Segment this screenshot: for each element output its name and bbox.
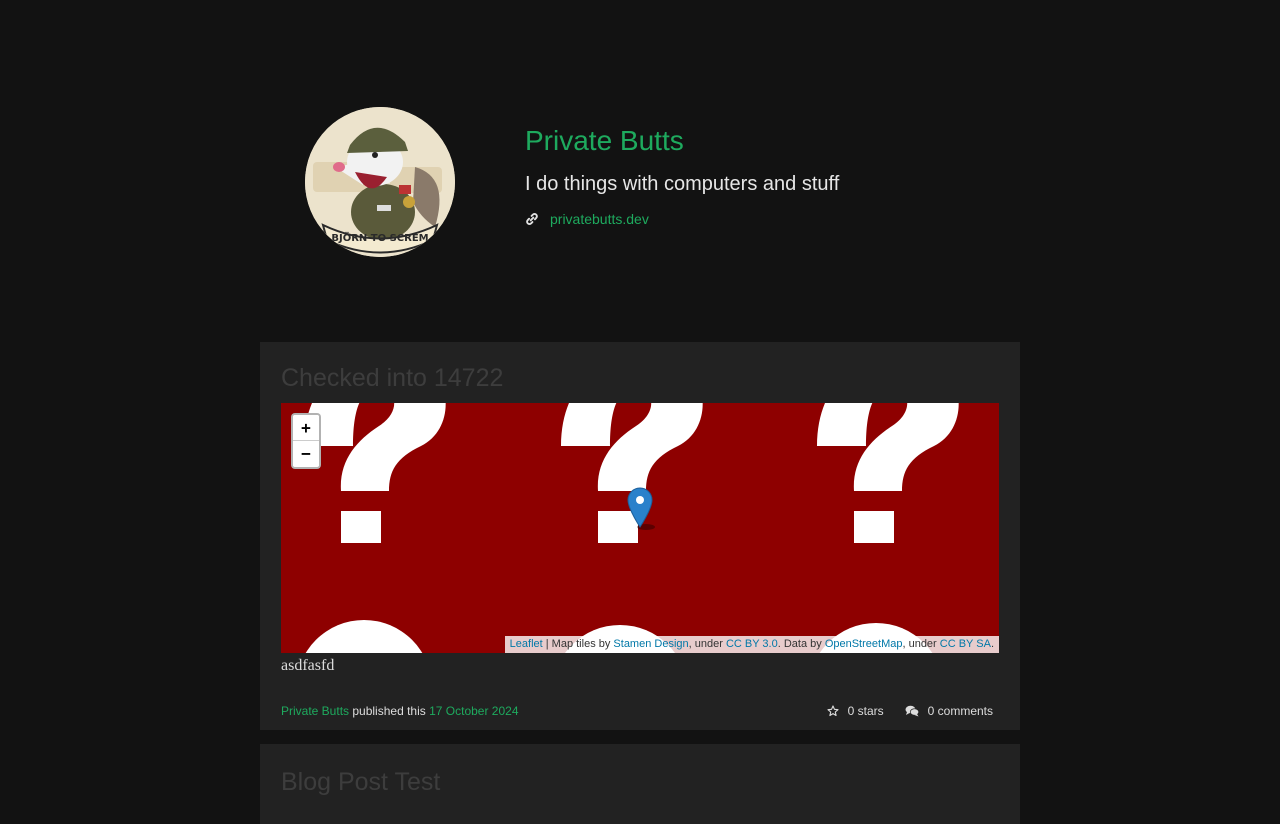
map-marker-icon[interactable]: [627, 487, 657, 531]
profile-tagline: I do things with computers and stuff: [525, 173, 840, 195]
openstreetmap-link[interactable]: OpenStreetMap: [825, 638, 903, 650]
cc-by-30-link[interactable]: CC BY 3.0: [726, 638, 778, 650]
post-date-link[interactable]: 17 October 2024: [429, 704, 518, 718]
map[interactable]: + − Leaflet | Map tiles by Stamen Design…: [281, 403, 999, 653]
star-button[interactable]: 0 stars: [827, 703, 884, 719]
post-meta: Private Butts published this 17 October …: [281, 703, 519, 719]
profile-name[interactable]: Private Butts: [525, 124, 684, 158]
comments-icon: [905, 705, 919, 717]
post-title[interactable]: Checked into 14722: [281, 363, 503, 393]
website-link[interactable]: privatebutts.dev: [550, 211, 649, 227]
post-actions: 0 stars 0 comments: [827, 703, 993, 719]
link-icon: [526, 213, 538, 225]
post-body: asdfasfd: [281, 657, 335, 674]
map-attribution: Leaflet | Map tiles by Stamen Design, un…: [504, 636, 999, 653]
published-text: published this: [349, 704, 430, 718]
post-card: Blog Post Test: [260, 744, 1020, 824]
avatar-badge-text: BJÖRN TO SCREM: [331, 230, 428, 244]
zoom-in-button[interactable]: +: [293, 415, 319, 441]
zoom-out-button[interactable]: −: [293, 441, 319, 466]
comments-button[interactable]: 0 comments: [905, 703, 993, 719]
post-card: Checked into 14722 + − Leaflet | Map til…: [260, 342, 1020, 730]
leaflet-link[interactable]: Leaflet: [510, 638, 543, 650]
cc-by-sa-link[interactable]: CC BY SA: [940, 638, 991, 650]
post-title[interactable]: Blog Post Test: [281, 767, 440, 797]
stars-count: 0 stars: [847, 704, 884, 718]
stamen-design-link[interactable]: Stamen Design: [613, 638, 688, 650]
comments-count: 0 comments: [927, 704, 993, 718]
avatar: BJÖRN TO SCREM: [305, 107, 455, 257]
star-icon: [827, 705, 839, 717]
profile-website-row: privatebutts.dev: [525, 209, 649, 229]
author-link[interactable]: Private Butts: [281, 704, 349, 718]
zoom-control: + −: [291, 413, 321, 469]
profile-header: BJÖRN TO SCREM Private Butts I do things…: [260, 0, 1020, 342]
